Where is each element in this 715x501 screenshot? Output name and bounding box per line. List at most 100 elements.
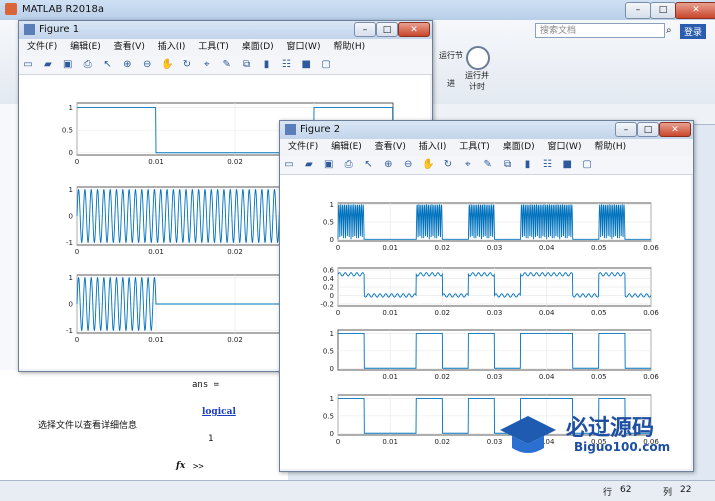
show-tools-icon[interactable]: ▢: [581, 159, 593, 171]
pointer-icon[interactable]: ↖: [102, 59, 114, 71]
search-icon[interactable]: ⌕: [666, 25, 672, 36]
legend-icon[interactable]: ☷: [541, 159, 553, 171]
app-title: MATLAB R2018a: [22, 4, 105, 15]
status-col-value: 22: [680, 485, 692, 495]
colorbar-icon[interactable]: ▮: [522, 159, 534, 171]
figure1-title-bar[interactable]: Figure 1 – □ ✕: [19, 21, 432, 39]
zoom-out-icon[interactable]: ⊖: [141, 59, 153, 71]
new-figure-icon[interactable]: ▭: [283, 159, 295, 171]
print-icon[interactable]: ⎙: [82, 59, 94, 71]
matlab-logo-icon: [5, 3, 17, 15]
colorbar-icon[interactable]: ▮: [261, 59, 273, 71]
data-cursor-icon[interactable]: ⌖: [201, 59, 213, 71]
minimize-icon[interactable]: –: [625, 2, 651, 19]
hide-tools-icon[interactable]: ■: [300, 59, 312, 71]
x-tick-label: 0.01: [148, 336, 164, 344]
legend-icon[interactable]: ☷: [280, 59, 292, 71]
menu-insert[interactable]: 插入(I): [158, 39, 186, 56]
x-tick-label: 0.02: [227, 158, 243, 166]
x-tick-label: 0: [336, 309, 340, 317]
maximize-icon[interactable]: □: [650, 2, 676, 19]
menu-help[interactable]: 帮助(H): [333, 39, 365, 56]
data-cursor-icon[interactable]: ⌖: [462, 159, 474, 171]
menu-file[interactable]: 文件(F): [27, 39, 57, 56]
zoom-out-icon[interactable]: ⊖: [402, 159, 414, 171]
menu-window[interactable]: 窗口(W): [548, 139, 582, 156]
menu-help[interactable]: 帮助(H): [594, 139, 626, 156]
link-icon[interactable]: ⧉: [502, 159, 514, 171]
menu-file[interactable]: 文件(F): [288, 139, 318, 156]
save-icon[interactable]: ▣: [62, 59, 74, 71]
x-tick-label: 0.02: [227, 248, 243, 256]
menu-window[interactable]: 窗口(W): [287, 39, 321, 56]
graduation-cap-logo: [500, 416, 556, 453]
run-and-time-label[interactable]: 运行并 计时: [460, 70, 494, 92]
menu-edit[interactable]: 编辑(E): [70, 39, 101, 56]
show-tools-icon[interactable]: ▢: [320, 59, 332, 71]
menu-desktop[interactable]: 桌面(D): [242, 39, 274, 56]
hide-tools-icon[interactable]: ■: [561, 159, 573, 171]
x-tick-label: 0.01: [148, 158, 164, 166]
stopwatch-icon[interactable]: [466, 46, 490, 70]
menu-tools[interactable]: 工具(T): [198, 39, 229, 56]
figure1-menubar: 文件(F) 编辑(E) 查看(V) 插入(I) 工具(T) 桌面(D) 窗口(W…: [19, 39, 432, 56]
x-tick-label: 0: [75, 158, 79, 166]
new-figure-icon[interactable]: ▭: [22, 59, 34, 71]
rotate-icon[interactable]: ↻: [442, 159, 454, 171]
menu-tools[interactable]: 工具(T): [459, 139, 490, 156]
print-icon[interactable]: ⎙: [343, 159, 355, 171]
y-tick-label: -1: [66, 327, 73, 335]
pan-icon[interactable]: ✋: [422, 159, 434, 171]
y-tick-label: 0: [330, 430, 334, 438]
y-tick-label: 0.5: [62, 127, 73, 135]
menu-view[interactable]: 查看(V): [375, 139, 406, 156]
x-tick-label: 0.06: [643, 244, 659, 252]
y-tick-label: -0.2: [320, 300, 334, 308]
run-section-button[interactable]: 运行节: [436, 50, 466, 61]
brush-icon[interactable]: ✎: [221, 59, 233, 71]
figure1-maximize-icon[interactable]: □: [376, 22, 398, 37]
x-tick-label: 0: [336, 244, 340, 252]
details-text: 选择文件以查看详细信息: [38, 421, 138, 431]
figure2-close-icon[interactable]: ✕: [659, 122, 691, 137]
open-file-icon[interactable]: ▰: [42, 59, 54, 71]
status-row-value: 62: [620, 485, 632, 495]
menu-desktop[interactable]: 桌面(D): [503, 139, 535, 156]
menu-edit[interactable]: 编辑(E): [331, 139, 362, 156]
save-icon[interactable]: ▣: [323, 159, 335, 171]
zoom-in-icon[interactable]: ⊕: [121, 59, 133, 71]
rotate-icon[interactable]: ↻: [181, 59, 193, 71]
close-icon[interactable]: ✕: [675, 2, 715, 19]
menu-insert[interactable]: 插入(I): [419, 139, 447, 156]
cmd-line-ans: ans =: [192, 380, 220, 390]
x-tick-label: 0.06: [643, 309, 659, 317]
x-tick-label: 0.04: [539, 373, 555, 381]
link-icon[interactable]: ⧉: [241, 59, 253, 71]
x-tick-label: 0.06: [643, 373, 659, 381]
open-file-icon[interactable]: ▰: [303, 159, 315, 171]
login-button[interactable]: 登录: [680, 24, 707, 39]
figure1-title: Figure 1: [39, 24, 80, 35]
cmd-line-logical[interactable]: logical: [202, 407, 236, 417]
y-tick-label: 1: [330, 330, 334, 338]
figure2-maximize-icon[interactable]: □: [637, 122, 659, 137]
y-tick-label: 0.2: [323, 284, 334, 292]
menu-view[interactable]: 查看(V): [114, 39, 145, 56]
pan-icon[interactable]: ✋: [161, 59, 173, 71]
figure1-close-icon[interactable]: ✕: [398, 22, 430, 37]
status-col-label: 列: [663, 488, 673, 498]
figure2-title-bar[interactable]: Figure 2 – □ ✕: [280, 121, 693, 139]
figure2-minimize-icon[interactable]: –: [615, 122, 637, 137]
figure1-minimize-icon[interactable]: –: [354, 22, 376, 37]
y-tick-label: 0: [330, 365, 334, 373]
watermark-brand: 必过源码: [566, 416, 655, 441]
search-input[interactable]: 搜索文档: [535, 23, 665, 38]
figure1-toolbar: ▭ ▰ ▣ ⎙ ↖ ⊕ ⊖ ✋ ↻ ⌖ ✎ ⧉ ▮ ☷ ■ ▢: [19, 56, 432, 75]
figure-icon: [24, 24, 35, 35]
pointer-icon[interactable]: ↖: [363, 159, 375, 171]
zoom-in-icon[interactable]: ⊕: [382, 159, 394, 171]
y-tick-label: 0: [330, 236, 334, 244]
command-window[interactable]: ans = logical 1 fx >>: [168, 370, 288, 480]
y-tick-label: 1: [330, 395, 334, 403]
brush-icon[interactable]: ✎: [482, 159, 494, 171]
